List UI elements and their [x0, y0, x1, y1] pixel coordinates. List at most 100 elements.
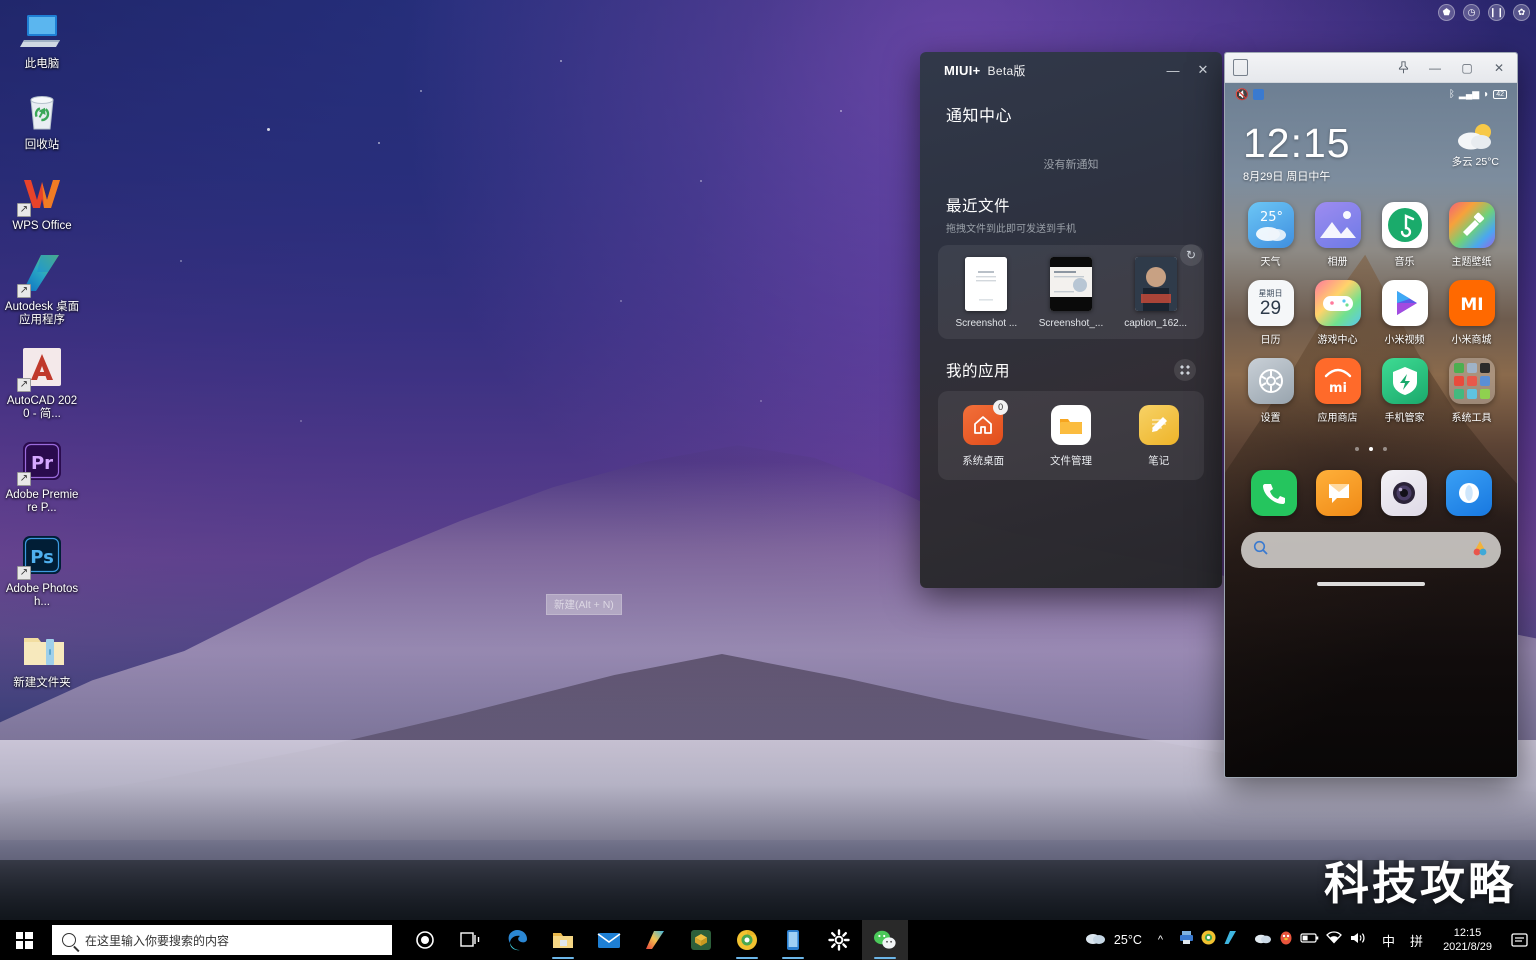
- wechat-icon[interactable]: [862, 920, 908, 960]
- status-right-icons: ᛒ ▂▄▆ ◗ 42: [1449, 89, 1507, 100]
- tray-overflow-chevron[interactable]: ^: [1150, 934, 1171, 946]
- phone-app-settings[interactable]: 设置: [1237, 358, 1304, 424]
- desktop-icon-wps-office[interactable]: ↗ WPS Office: [4, 168, 80, 233]
- desktop[interactable]: 此电脑 回收站 ↗ WPS Office ↗ Autodesk 桌面应用程序 ↗…: [0, 0, 1536, 960]
- miui-titlebar[interactable]: MIUI+ Beta版 — ✕: [920, 52, 1222, 88]
- battery-icon[interactable]: [1300, 931, 1319, 949]
- tray-weather[interactable]: 25°C: [1077, 930, 1150, 950]
- clock-icon[interactable]: ◷: [1463, 4, 1480, 21]
- desktop-icon-premiere-pro[interactable]: Pr ↗ Adobe Premiere P...: [4, 437, 80, 515]
- recent-file-item[interactable]: caption_162...: [1118, 257, 1194, 329]
- qq-penguin-icon[interactable]: [1279, 930, 1293, 950]
- maximize-button[interactable]: ▢: [1451, 54, 1483, 82]
- phone-clock-widget[interactable]: 12:15 8月29日 周日中午 多云 25°C: [1225, 105, 1517, 184]
- browser-icon[interactable]: [724, 920, 770, 960]
- miui-plus-window[interactable]: MIUI+ Beta版 — ✕ 通知中心 没有新通知 最近文件 拖拽文件到此即可发…: [920, 52, 1222, 588]
- system-tray: 25°C ^ 中 拼 12:15 2021/8/29: [1077, 920, 1536, 960]
- tray-hidden-icons[interactable]: [1171, 930, 1246, 950]
- phone-search-bar[interactable]: [1241, 532, 1501, 568]
- phone-dock-messages[interactable]: [1315, 470, 1362, 516]
- weather-temp: 25°C: [1475, 156, 1499, 168]
- file-explorer-icon[interactable]: [540, 920, 586, 960]
- phone-dock-browser[interactable]: [1445, 470, 1492, 516]
- phone-app-game-center[interactable]: 游戏中心: [1304, 280, 1371, 346]
- autodesk-icon[interactable]: [632, 920, 678, 960]
- phone-app-security[interactable]: 手机管家: [1371, 358, 1438, 424]
- desktop-icon-autocad[interactable]: ↗ AutoCAD 2020 - 简...: [4, 343, 80, 421]
- task-view-icon[interactable]: [448, 920, 494, 960]
- tray-ime[interactable]: 中 拼: [1374, 931, 1431, 950]
- ime-pinyin[interactable]: 拼: [1410, 931, 1423, 950]
- phone-app-weather[interactable]: 25° 天气: [1237, 202, 1304, 268]
- phone-app-system-tools[interactable]: 系统工具: [1438, 358, 1505, 424]
- phone-icon: [1250, 470, 1297, 516]
- close-button[interactable]: ✕: [1188, 55, 1218, 85]
- close-button[interactable]: ✕: [1483, 54, 1515, 82]
- floating-overlay-toolbar[interactable]: ⬟ ◷ ❙❙ ✿: [1438, 4, 1530, 21]
- phone-titlebar[interactable]: — ▢ ✕: [1225, 53, 1517, 83]
- phone-app-name: 小米商城: [1451, 335, 1492, 346]
- desktop-icon-autodesk-desktop-app[interactable]: ↗ Autodesk 桌面应用程序: [4, 249, 80, 327]
- desktop-icon-recycle-bin[interactable]: 回收站: [4, 87, 80, 152]
- my-apps-title: 我的应用: [946, 363, 1011, 380]
- phone-app-music[interactable]: 音乐: [1371, 202, 1438, 268]
- grid-icon[interactable]: [1174, 359, 1196, 381]
- phone-dock-camera[interactable]: [1380, 470, 1427, 516]
- pin-icon[interactable]: [1387, 54, 1419, 82]
- settings-icon[interactable]: ✿: [1513, 4, 1530, 21]
- phone-app-gallery[interactable]: 相册: [1304, 202, 1371, 268]
- search-input[interactable]: 在这里输入你要搜索的内容: [52, 925, 392, 955]
- my-app-item[interactable]: 笔记: [1120, 405, 1198, 468]
- recent-file-item[interactable]: Screenshot_...: [1033, 257, 1109, 329]
- 3d-viewer-icon[interactable]: [678, 920, 724, 960]
- recent-file-item[interactable]: Screenshot ...: [948, 257, 1024, 329]
- desktop-icon-new-folder[interactable]: 新建文件夹: [4, 625, 80, 690]
- phone-weather-widget[interactable]: 多云 25°C: [1452, 121, 1499, 169]
- autodesk-icon[interactable]: [1223, 930, 1238, 950]
- volume-icon[interactable]: [1349, 931, 1366, 950]
- phone-app-name: 相册: [1327, 257, 1348, 268]
- cloud-icon[interactable]: [1254, 931, 1272, 949]
- tray-clock[interactable]: 12:15 2021/8/29: [1431, 926, 1504, 954]
- pause-icon[interactable]: ❙❙: [1488, 4, 1505, 21]
- desktop-icon-label: Adobe Premiere P...: [5, 489, 79, 514]
- phone-app-app-store[interactable]: mi 应用商店: [1304, 358, 1371, 424]
- tray-weather-temp: 25°C: [1113, 933, 1142, 947]
- notification-empty-text: 没有新通知: [1043, 159, 1099, 171]
- phone-mirror-window[interactable]: — ▢ ✕ 🔇 ᛒ ▂▄▆ ◗ 42 12:15 8月29日 周日中午 多云 2…: [1224, 52, 1518, 778]
- my-app-item[interactable]: 文件管理: [1032, 405, 1110, 468]
- edge-icon[interactable]: [494, 920, 540, 960]
- search-icon: [62, 933, 76, 947]
- minimize-button[interactable]: —: [1419, 54, 1451, 82]
- calendar-day: 29: [1259, 298, 1282, 319]
- phone-app-themes[interactable]: 主题壁纸: [1438, 202, 1505, 268]
- new-page-icon[interactable]: [1233, 59, 1248, 76]
- cortana-icon[interactable]: [402, 920, 448, 960]
- weather-value: 25°: [1260, 210, 1283, 225]
- chrome-icon[interactable]: [1201, 930, 1216, 950]
- minimize-button[interactable]: —: [1158, 55, 1188, 85]
- desktop-icon-this-pc[interactable]: 此电脑: [4, 6, 80, 71]
- notification-icon[interactable]: [1504, 920, 1536, 960]
- assistant-icon[interactable]: [1471, 539, 1489, 562]
- desktop-icon-label: 回收站: [24, 139, 60, 151]
- phone-screen[interactable]: 🔇 ᛒ ▂▄▆ ◗ 42 12:15 8月29日 周日中午 多云 25°C 25…: [1225, 83, 1517, 777]
- phone-app-calendar[interactable]: 星期日 29 日历: [1237, 280, 1304, 346]
- phone-app-name: 设置: [1260, 413, 1281, 424]
- phone-app-mi-video[interactable]: 小米视频: [1371, 280, 1438, 346]
- ime-mode[interactable]: 中: [1382, 931, 1395, 950]
- windows-start-icon[interactable]: [0, 920, 48, 960]
- phone-dock-phone[interactable]: [1250, 470, 1297, 516]
- phone-app-name: 应用商店: [1317, 413, 1358, 424]
- refresh-icon[interactable]: ↻: [1180, 244, 1202, 266]
- record-icon[interactable]: ⬟: [1438, 4, 1455, 21]
- tray-visible-icons[interactable]: [1246, 930, 1374, 950]
- desktop-icon-photoshop[interactable]: Ps ↗ Adobe Photosh...: [4, 531, 80, 609]
- printer-icon[interactable]: [1179, 930, 1194, 950]
- my-app-item[interactable]: 0 系统桌面: [944, 400, 1022, 468]
- settings-icon[interactable]: [816, 920, 862, 960]
- phone-app-mi-store[interactable]: MI 小米商城: [1438, 280, 1505, 346]
- mail-icon[interactable]: [586, 920, 632, 960]
- phone-link-icon[interactable]: [770, 920, 816, 960]
- network-icon[interactable]: [1326, 931, 1342, 949]
